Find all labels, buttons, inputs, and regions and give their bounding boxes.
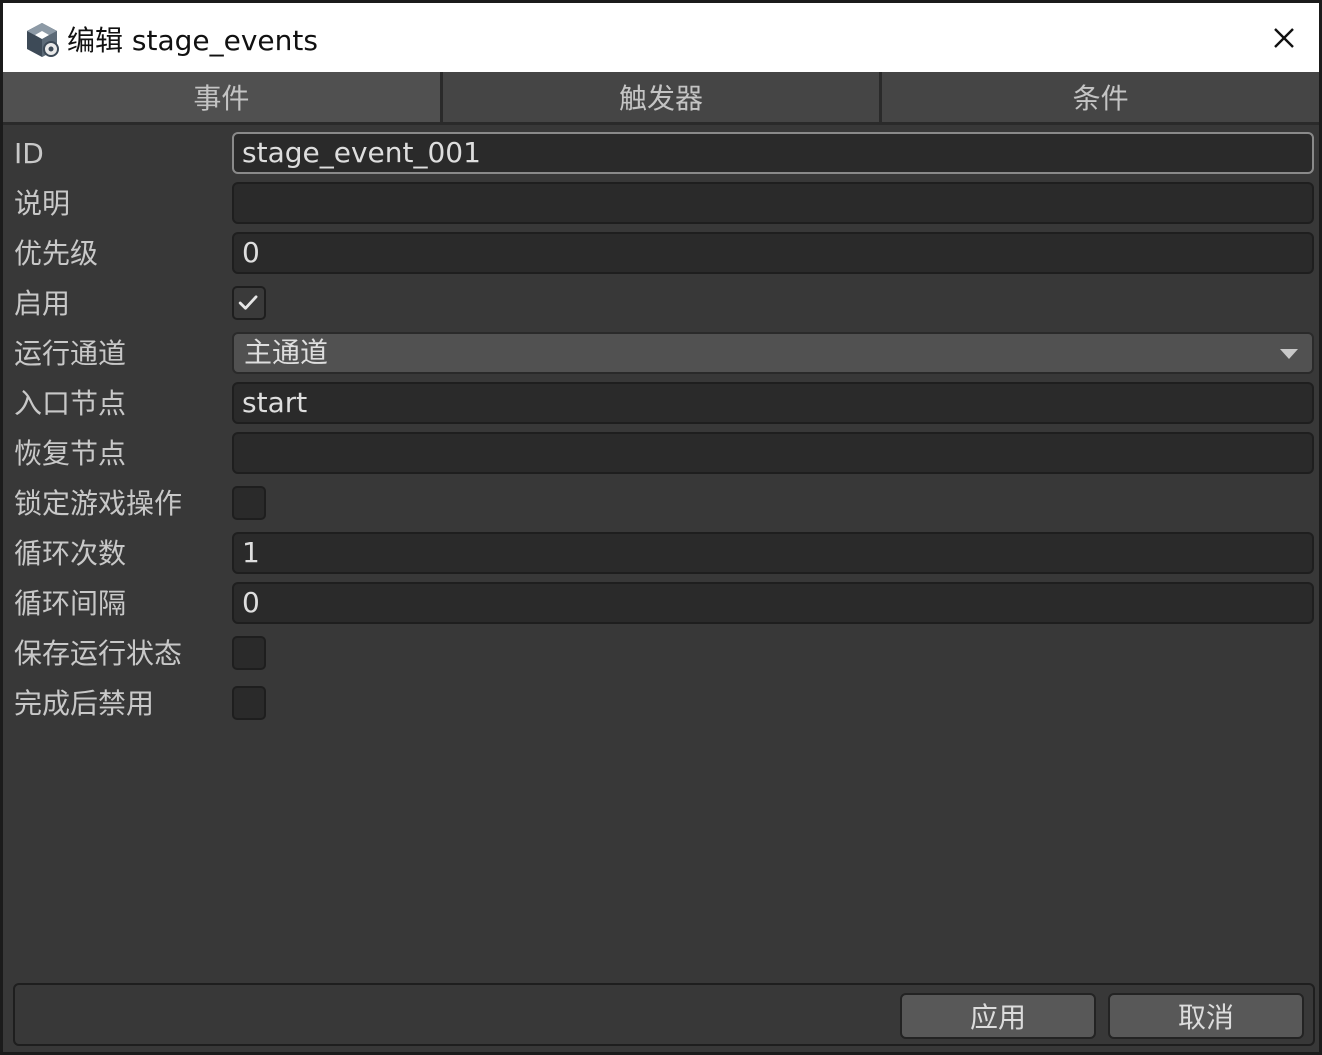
loop-interval-field[interactable]: 0 bbox=[232, 582, 1314, 624]
tab-triggers[interactable]: 触发器 bbox=[442, 72, 883, 125]
checkmark-icon bbox=[238, 295, 258, 310]
row-channel: 运行通道 主通道 bbox=[3, 330, 1319, 380]
close-icon[interactable] bbox=[1269, 23, 1299, 53]
description-field[interactable] bbox=[232, 182, 1314, 224]
enabled-checkbox[interactable] bbox=[232, 286, 266, 320]
tab-bar: 事件 触发器 条件 bbox=[3, 72, 1320, 125]
loop-interval-label: 循环间隔 bbox=[14, 587, 127, 620]
loop-count-label: 循环次数 bbox=[14, 537, 127, 570]
row-resume-node: 恢复节点 bbox=[3, 430, 1319, 480]
description-label: 说明 bbox=[14, 187, 71, 220]
id-label: ID bbox=[14, 137, 44, 170]
cancel-button[interactable]: 取消 bbox=[1108, 993, 1304, 1039]
row-lock-input: 锁定游戏操作 bbox=[3, 480, 1319, 530]
row-loop-interval: 循环间隔 0 bbox=[3, 580, 1319, 630]
lock-input-checkbox[interactable] bbox=[232, 486, 266, 520]
entry-node-field[interactable]: start bbox=[232, 382, 1314, 424]
row-entry-node: 入口节点 start bbox=[3, 380, 1319, 430]
row-priority: 优先级 0 bbox=[3, 230, 1319, 280]
lock-input-label: 锁定游戏操作 bbox=[14, 487, 183, 520]
id-field[interactable]: stage_event_001 bbox=[232, 132, 1314, 174]
row-description: 说明 bbox=[3, 180, 1319, 230]
chevron-down-icon bbox=[1280, 349, 1298, 359]
loop-count-field[interactable]: 1 bbox=[232, 532, 1314, 574]
resume-node-field[interactable] bbox=[232, 432, 1314, 474]
channel-label: 运行通道 bbox=[14, 337, 127, 370]
save-state-checkbox[interactable] bbox=[232, 636, 266, 670]
priority-label: 优先级 bbox=[14, 237, 99, 270]
disable-after-checkbox[interactable] bbox=[232, 686, 266, 720]
tab-conditions[interactable]: 条件 bbox=[882, 72, 1320, 125]
row-id: ID stage_event_001 bbox=[3, 130, 1319, 180]
dialog-footer: 应用 取消 bbox=[13, 983, 1315, 1046]
row-enabled: 启用 bbox=[3, 280, 1319, 330]
window-title: 编辑 stage_events bbox=[67, 24, 318, 57]
channel-dropdown[interactable]: 主通道 bbox=[232, 332, 1314, 374]
apply-button[interactable]: 应用 bbox=[900, 993, 1096, 1039]
row-disable-after: 完成后禁用 bbox=[3, 680, 1319, 730]
priority-field[interactable]: 0 bbox=[232, 232, 1314, 274]
tab-events[interactable]: 事件 bbox=[3, 72, 443, 125]
row-loop-count: 循环次数 1 bbox=[3, 530, 1319, 580]
row-save-state: 保存运行状态 bbox=[3, 630, 1319, 680]
entry-node-label: 入口节点 bbox=[14, 387, 127, 420]
title-bar: 编辑 stage_events bbox=[3, 0, 1319, 72]
channel-selected-value: 主通道 bbox=[244, 336, 329, 369]
save-state-label: 保存运行状态 bbox=[14, 637, 183, 670]
enabled-label: 启用 bbox=[14, 287, 71, 320]
edit-dialog: 编辑 stage_events 事件 触发器 条件 ID stage_event… bbox=[0, 0, 1322, 1055]
unity-cube-icon bbox=[27, 23, 59, 57]
resume-node-label: 恢复节点 bbox=[14, 437, 127, 470]
disable-after-label: 完成后禁用 bbox=[14, 687, 155, 720]
